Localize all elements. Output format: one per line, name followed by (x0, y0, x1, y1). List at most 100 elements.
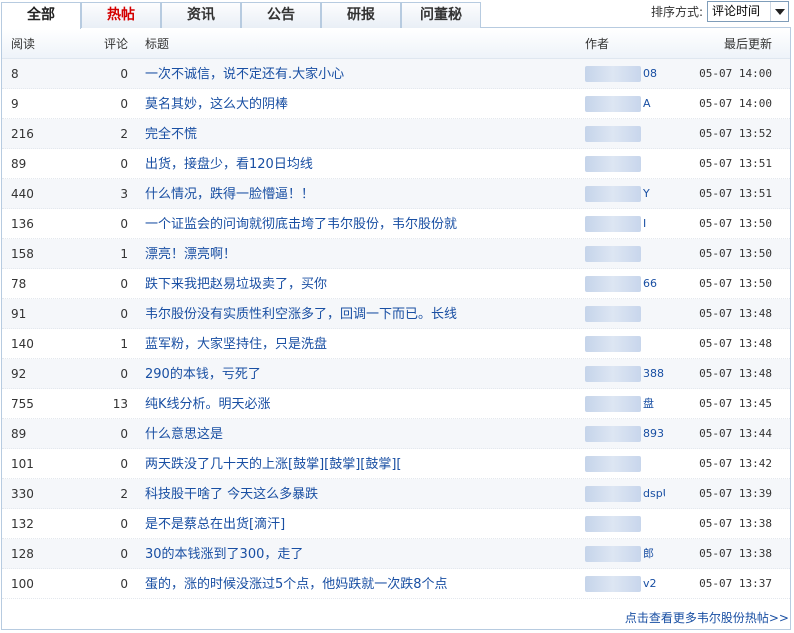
blurred-author-avatar (585, 516, 641, 532)
comment-count: 0 (120, 307, 128, 321)
table-row: 158 1 漂亮！漂亮啊！ 05-07 13:50 (2, 239, 790, 269)
author-cell[interactable] (585, 239, 665, 269)
post-title-link[interactable]: 蓝军粉，大家坚持住，只是洗盘 (145, 337, 327, 352)
post-title-link[interactable]: 两天跌没了几十天的上涨[鼓掌][鼓掌][鼓掌][ (145, 457, 402, 472)
author-name: v2 (643, 577, 657, 590)
table-row: 132 0 是不是蔡总在出货[滴汗] 05-07 13:38 (2, 509, 790, 539)
tab-hot[interactable]: 热帖 (81, 2, 161, 28)
blurred-author-avatar (585, 336, 641, 352)
blurred-author-avatar (585, 306, 641, 322)
comment-count: 2 (120, 127, 128, 141)
author-cell[interactable] (585, 509, 665, 539)
more-hot-posts-link[interactable]: 点击查看更多韦尔股份热帖>> (625, 609, 789, 626)
post-title-cell: 出货，接盘少，看120日均线 (145, 149, 575, 180)
post-title-cell: 是不是蔡总在出货[滴汗] (145, 509, 575, 540)
author-name: 388 (643, 367, 664, 380)
read-count: 8 (11, 67, 19, 81)
table-row: 216 2 完全不慌 05-07 13:52 (2, 119, 790, 149)
post-title-link[interactable]: 290的本钱，亏死了 (145, 367, 261, 382)
comment-count: 0 (120, 97, 128, 111)
post-title-link[interactable]: 什么情况，跌得一脸懵逼！！ (145, 187, 314, 202)
sort-selected-value: 评论时间 (712, 4, 761, 18)
post-title-link[interactable]: 漂亮！漂亮啊！ (145, 247, 236, 262)
read-count: 140 (11, 337, 34, 351)
last-updated-time: 05-07 13:50 (699, 277, 772, 290)
author-name: 893... (643, 427, 665, 440)
post-title-cell: 蛋的，涨的时候没涨过5个点，他妈跌就一次跌8个点 (145, 569, 575, 600)
comment-count: 0 (120, 217, 128, 231)
read-count: 132 (11, 517, 34, 531)
comment-count: 0 (120, 457, 128, 471)
author-cell[interactable]: I (585, 209, 665, 239)
blurred-author-avatar (585, 486, 641, 502)
post-title-cell: 什么意思这是 (145, 419, 575, 450)
author-cell[interactable]: 66 (585, 269, 665, 299)
read-count: 330 (11, 487, 34, 501)
last-updated-time: 05-07 14:00 (699, 97, 772, 110)
last-updated-time: 05-07 13:38 (699, 547, 772, 560)
table-header: 阅读 评论 标题 作者 最后更新 (2, 29, 790, 59)
sort-select[interactable]: 评论时间 (707, 1, 789, 22)
author-cell[interactable]: 08 (585, 59, 665, 89)
post-title-link[interactable]: 一次不诚信，说不定还有.大家小心 (145, 67, 344, 82)
author-cell[interactable] (585, 329, 665, 359)
table-row: 9 0 莫名其妙，这么大的阴棒 A 05-07 14:00 (2, 89, 790, 119)
table-row: 128 0 30的本钱涨到了300，走了 郎 05-07 13:38 (2, 539, 790, 569)
post-title-link[interactable]: 一个证监会的问询就彻底击垮了韦尔股份，韦尔股份就 (145, 217, 457, 232)
read-count: 78 (11, 277, 27, 291)
author-cell[interactable] (585, 449, 665, 479)
post-title-link[interactable]: 30的本钱涨到了300，走了 (145, 547, 303, 562)
last-updated-time: 05-07 13:38 (699, 517, 772, 530)
author-cell[interactable] (585, 119, 665, 149)
author-cell[interactable]: 郎 (585, 539, 665, 569)
author-cell[interactable]: A (585, 89, 665, 119)
blurred-author-avatar (585, 126, 641, 142)
author-cell[interactable]: v2 (585, 569, 665, 599)
post-title-link[interactable]: 莫名其妙，这么大的阴棒 (145, 97, 288, 112)
author-cell[interactable] (585, 149, 665, 179)
last-updated-time: 05-07 13:52 (699, 127, 772, 140)
author-cell[interactable] (585, 299, 665, 329)
last-updated-time: 05-07 13:48 (699, 307, 772, 320)
sort-label: 排序方式: (650, 5, 703, 19)
tab-research[interactable]: 研报 (321, 2, 401, 28)
post-title-link[interactable]: 蛋的，涨的时候没涨过5个点，他妈跌就一次跌8个点 (145, 577, 448, 592)
post-list: 8 0 一次不诚信，说不定还有.大家小心 08 05-07 14:00 9 0 莫名其妙，这么… (2, 59, 790, 599)
table-row: 100 0 蛋的，涨的时候没涨过5个点，他妈跌就一次跌8个点 v2 05-07 13:3… (2, 569, 790, 599)
chevron-down-icon[interactable] (770, 2, 788, 21)
post-title-link[interactable]: 科技股干啥了 今天这么多暴跌 (145, 487, 318, 502)
author-cell[interactable]: Y (585, 179, 665, 209)
tab-news[interactable]: 资讯 (161, 2, 241, 28)
author-cell[interactable]: 893... (585, 419, 665, 449)
post-title-cell: 韦尔股份没有实质性利空涨多了，回调一下而已。长线 (145, 299, 575, 330)
table-row: 92 0 290的本钱，亏死了 388 05-07 13:48 (2, 359, 790, 389)
last-updated-time: 05-07 13:50 (699, 217, 772, 230)
post-title-link[interactable]: 完全不慌 (145, 127, 197, 142)
table-row: 136 0 一个证监会的问询就彻底击垮了韦尔股份，韦尔股份就 I 05-07 13:50 (2, 209, 790, 239)
post-title-link[interactable]: 什么意思这是 (145, 427, 223, 442)
read-count: 128 (11, 547, 34, 561)
author-cell[interactable]: dspU (585, 479, 665, 509)
post-title-link[interactable]: 是不是蔡总在出货[滴汗] (145, 517, 285, 532)
read-count: 158 (11, 247, 34, 261)
post-title-link[interactable]: 纯K线分析。明天必涨 (145, 397, 271, 412)
blurred-author-avatar (585, 156, 641, 172)
tab-all[interactable]: 全部 (1, 2, 81, 29)
post-title-link[interactable]: 跌下来我把赵易垃圾卖了，买你 (145, 277, 327, 292)
author-cell[interactable]: 盘 (585, 389, 665, 419)
tab-announcements[interactable]: 公告 (241, 2, 321, 28)
author-name: 盘 (643, 397, 654, 410)
post-title-link[interactable]: 韦尔股份没有实质性利空涨多了，回调一下而已。长线 (145, 307, 457, 322)
comment-count: 13 (112, 397, 128, 411)
read-count: 216 (11, 127, 34, 141)
comment-count: 0 (120, 67, 128, 81)
tab-ask-secretary[interactable]: 问董秘 (401, 2, 481, 28)
comment-count: 0 (120, 547, 128, 561)
tab-bar: 全部 热帖 资讯 公告 研报 问董秘 排序方式: 评论时间 (1, 0, 791, 29)
post-title-link[interactable]: 出货，接盘少，看120日均线 (145, 157, 313, 172)
comment-count: 2 (120, 487, 128, 501)
read-count: 100 (11, 577, 34, 591)
author-cell[interactable]: 388 (585, 359, 665, 389)
blurred-author-avatar (585, 186, 641, 202)
post-title-cell: 漂亮！漂亮啊！ (145, 239, 575, 270)
